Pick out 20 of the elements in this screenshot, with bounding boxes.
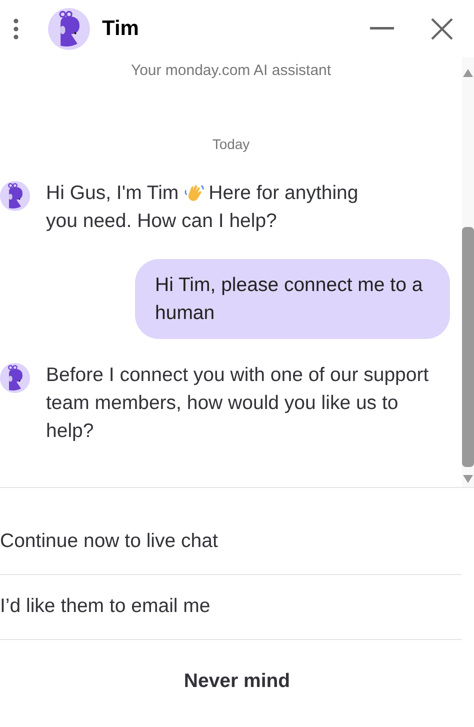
date-divider: Today xyxy=(212,136,250,152)
more-options-icon[interactable] xyxy=(12,18,20,40)
bot-message: Hi Gus, I'm Tim xyxy=(46,181,179,206)
bot-message: Here for anything xyxy=(208,181,358,206)
assistant-avatar xyxy=(0,181,30,212)
scroll-down-icon[interactable] xyxy=(463,475,473,483)
assistant-avatar xyxy=(0,363,30,394)
bot-message: Before I connect you with one of our support team members, how would you like us to help? xyxy=(46,363,430,444)
option-button[interactable]: I’d like them to email me xyxy=(0,584,210,630)
cancel-button[interactable]: Never mind xyxy=(168,659,306,705)
close-icon[interactable] xyxy=(430,16,454,41)
assistant-avatar xyxy=(48,8,90,50)
scrollbar[interactable] xyxy=(462,57,474,487)
bot-message: you need. How can I help? xyxy=(46,209,277,234)
minimize-icon[interactable] xyxy=(370,26,394,31)
scroll-up-icon[interactable] xyxy=(463,69,473,78)
assistant-subtitle: Your monday.com AI assistant xyxy=(130,62,332,80)
chat-title: Tim xyxy=(102,16,139,42)
option-button[interactable]: Continue now to live chat xyxy=(0,519,218,565)
user-message-bubble: Hi Tim, please connect me to a human xyxy=(135,259,450,340)
